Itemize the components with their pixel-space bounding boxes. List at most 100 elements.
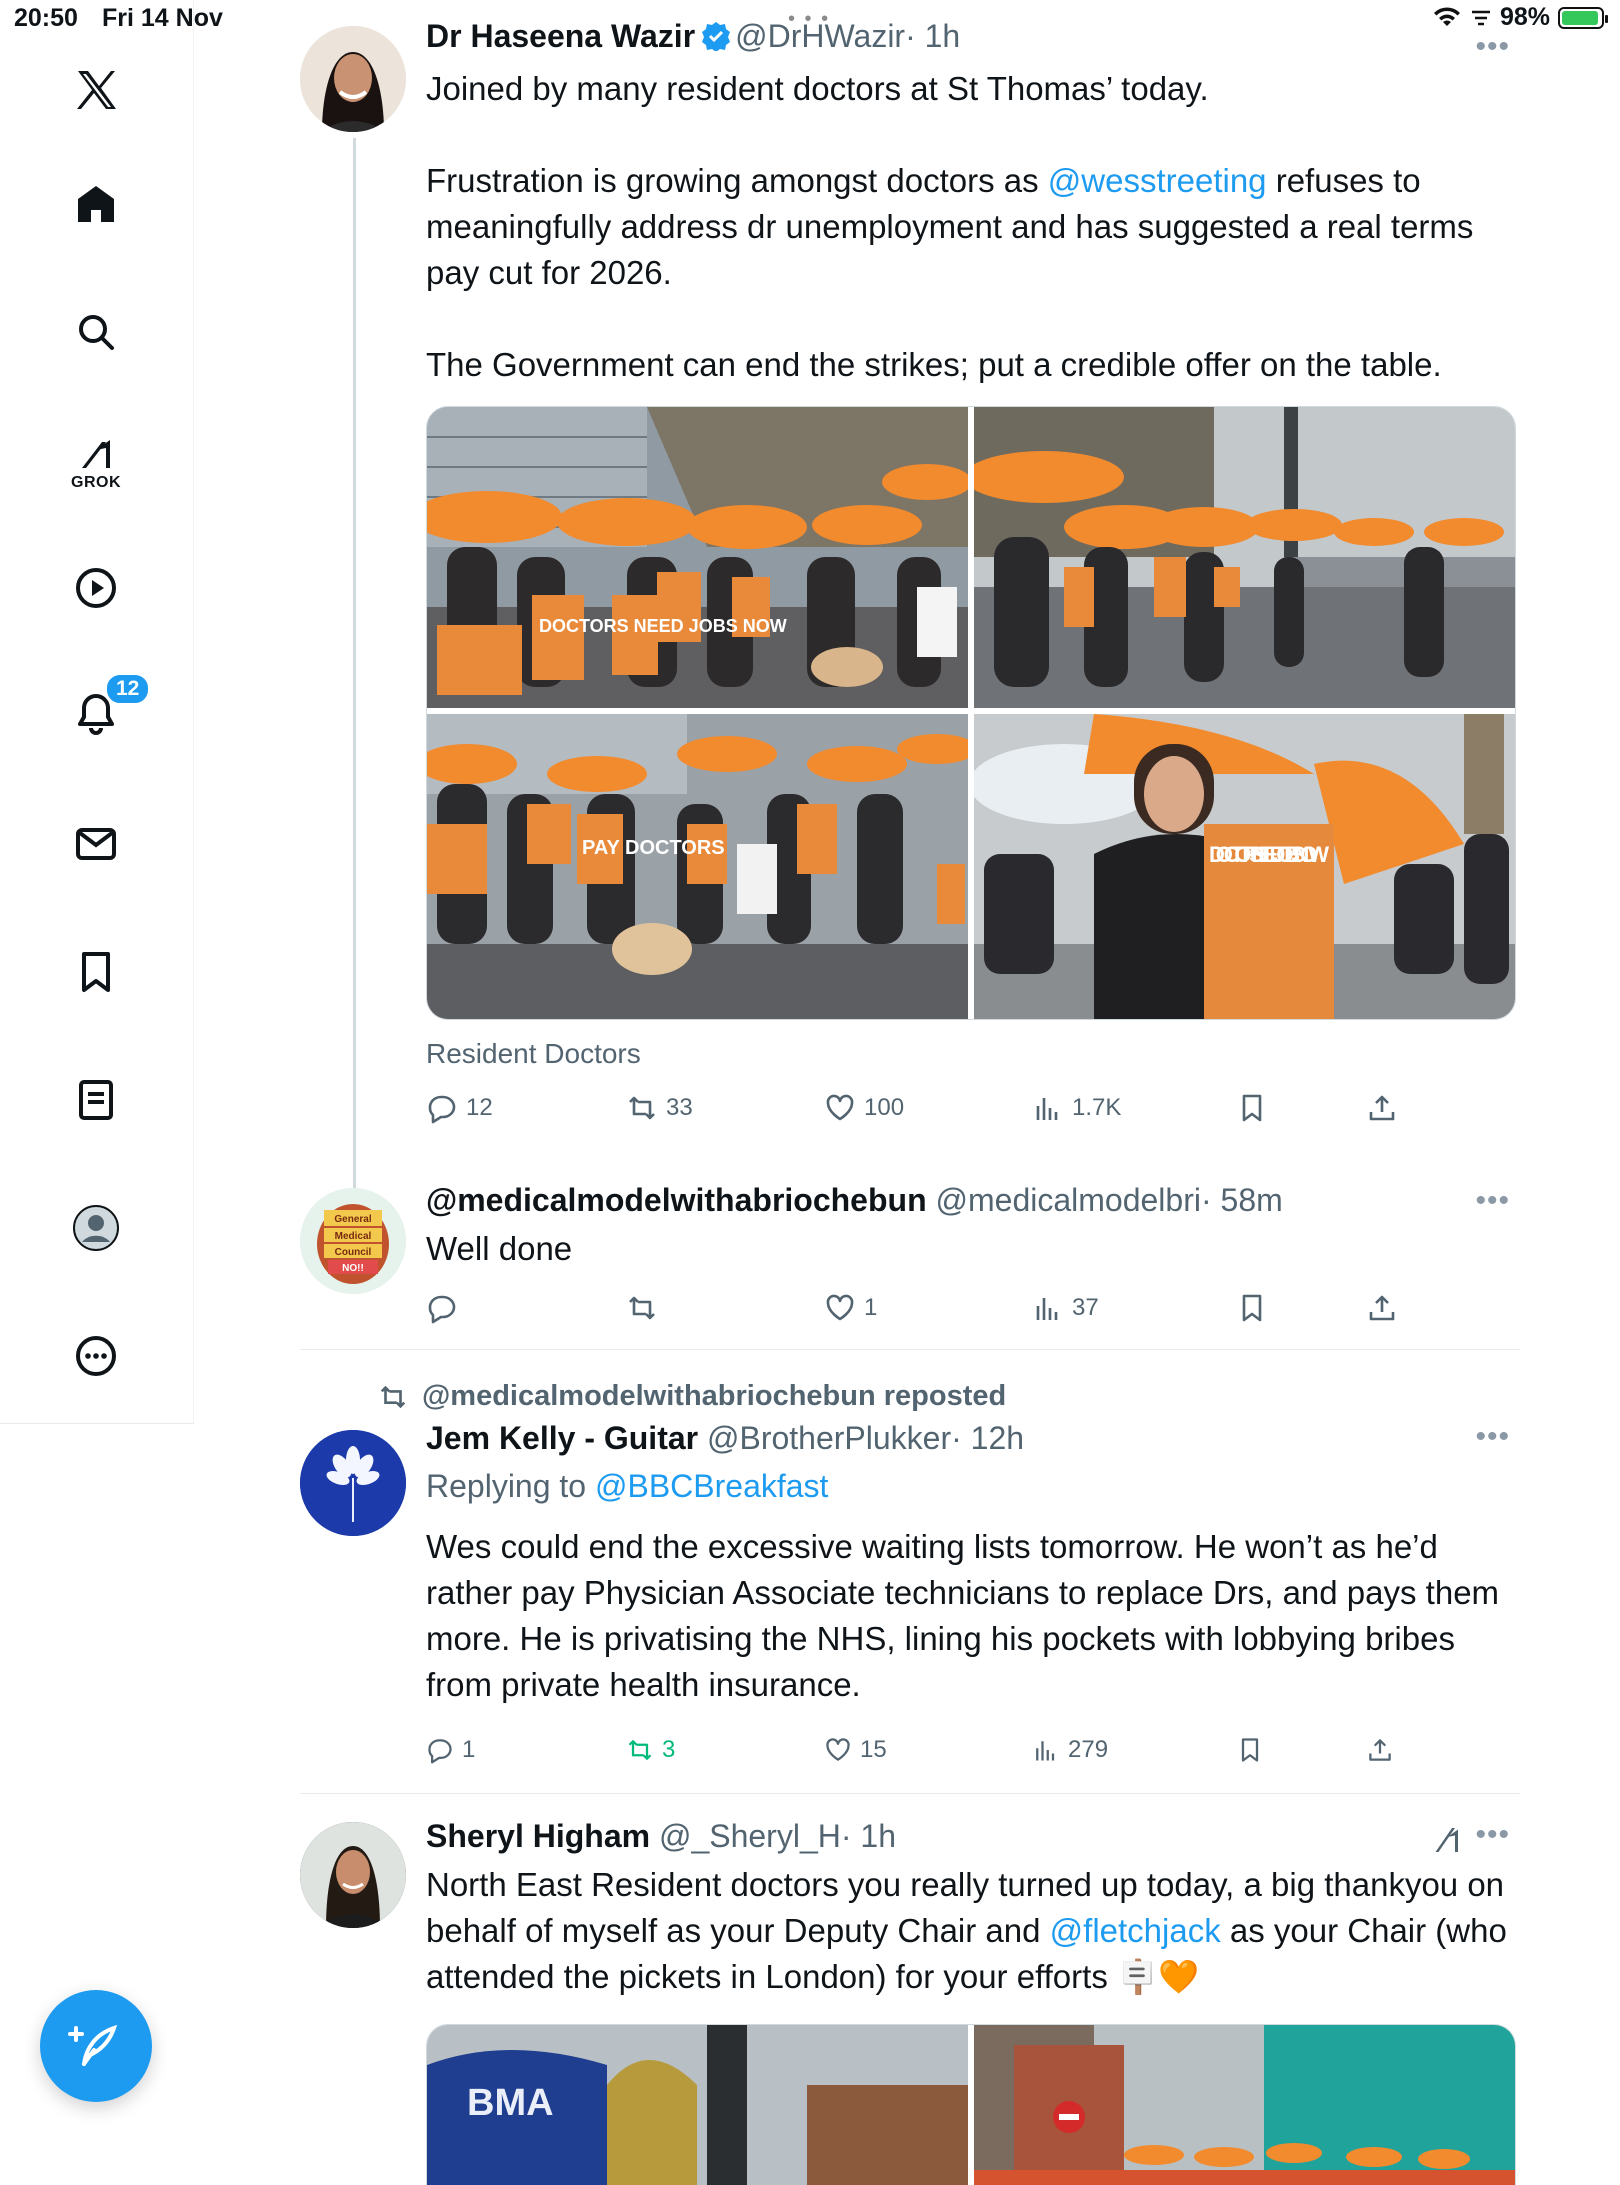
media-grid[interactable]: DOCTORS NEED JOBS NOW PAY DOCTORS DOCTOR… — [426, 406, 1516, 1020]
share-button[interactable] — [1366, 1292, 1398, 1324]
grok-icon[interactable] — [1428, 1822, 1464, 1858]
tweet-actions: 12 33 100 1.7K — [426, 1092, 1400, 1132]
mention-link[interactable]: @fletchjack — [1050, 1912, 1221, 1949]
repost-count: 33 — [666, 1094, 693, 1121]
thread-line — [353, 138, 356, 1196]
battery-icon — [1558, 6, 1608, 29]
profile-icon[interactable] — [68, 1200, 124, 1256]
tweet-post[interactable]: Sheryl Higham @_Sheryl_H· 1h ••• North E… — [300, 1816, 1520, 2185]
more-options-icon[interactable]: ••• — [1475, 30, 1510, 64]
tweet-header: Sheryl Higham @_Sheryl_H· 1h — [426, 1816, 1510, 1856]
avatar[interactable] — [300, 1822, 406, 1928]
like-button[interactable]: 100 — [824, 1092, 904, 1124]
author-name[interactable]: Sheryl Higham — [426, 1818, 650, 1854]
share-icon — [1369, 1095, 1395, 1121]
author-name[interactable]: Jem Kelly - Guitar — [426, 1420, 698, 1456]
video-icon[interactable] — [68, 560, 124, 616]
search-icon[interactable] — [68, 304, 124, 360]
more-options-icon[interactable]: ••• — [1475, 1184, 1510, 1218]
media-photo[interactable]: DOCTORS NEED JOBS NOW — [974, 714, 1515, 1019]
repost-button[interactable]: 3 — [626, 1736, 675, 1764]
avatar-text: Council — [335, 1247, 372, 1258]
tweet-post[interactable]: Dr Haseena Wazir @DrHWazir· 1h ••• Joined… — [300, 16, 1520, 1196]
like-button[interactable]: 15 — [824, 1736, 887, 1764]
more-icon[interactable] — [68, 1328, 124, 1384]
tweet-text: Wes could end the excessive waiting list… — [426, 1528, 1509, 1703]
tweet-post[interactable]: General Medical Council NO!! @medicalmodelw… — [300, 1180, 1520, 1350]
author-handle[interactable]: @medicalmodelbri — [936, 1182, 1201, 1218]
views-icon — [1036, 1298, 1058, 1320]
repost-indicator: @medicalmodelwithabriochebun reposted — [378, 1380, 1006, 1413]
views-button[interactable]: 37 — [1032, 1292, 1099, 1324]
media-photo[interactable] — [974, 2025, 1515, 2185]
tweet-header: Jem Kelly - Guitar @BrotherPlukker· 12h — [426, 1418, 1510, 1458]
home-icon[interactable] — [68, 176, 124, 232]
avatar[interactable] — [300, 26, 406, 132]
grok-icon[interactable]: GROK — [68, 428, 124, 491]
like-count: 15 — [860, 1736, 887, 1763]
lists-icon[interactable] — [68, 1072, 124, 1128]
media-photo[interactable]: PAY DOCTORS — [427, 714, 968, 1019]
views-icon — [1036, 1098, 1058, 1120]
bookmark-button[interactable] — [1236, 1092, 1268, 1124]
repost-button[interactable] — [626, 1292, 658, 1324]
media-grid[interactable]: BMA — [426, 2024, 1516, 2185]
media-photo[interactable] — [974, 407, 1515, 708]
avatar-text: General — [334, 1214, 371, 1225]
replying-to-label: Replying to — [426, 1468, 595, 1504]
compose-feather-icon — [68, 2024, 118, 2066]
share-button[interactable] — [1366, 1736, 1394, 1764]
media-caption[interactable]: Resident Doctors — [426, 1038, 641, 1070]
sign-text: DOCTORS NEED JOBS NOW — [1209, 842, 1329, 867]
like-button[interactable]: 1 — [824, 1292, 877, 1324]
views-button[interactable]: 279 — [1032, 1736, 1108, 1764]
share-button[interactable] — [1366, 1092, 1398, 1124]
tweet-header: Dr Haseena Wazir @DrHWazir· 1h — [426, 16, 1510, 56]
bookmarks-icon[interactable] — [68, 944, 124, 1000]
author-name[interactable]: Dr Haseena Wazir — [426, 18, 695, 54]
verified-badge-icon — [702, 22, 731, 51]
author-handle[interactable]: @DrHWazir — [735, 18, 905, 54]
avatar[interactable]: General Medical Council NO!! — [300, 1188, 406, 1294]
tweet-header: @medicalmodelwithabriochebun @medicalmod… — [426, 1180, 1510, 1220]
divider — [300, 1349, 1520, 1350]
author-handle[interactable]: @_Sheryl_H — [659, 1818, 841, 1854]
sign-text: PAY DOCTORS — [582, 837, 725, 859]
post-time[interactable]: · 1h — [905, 18, 960, 54]
bookmark-icon — [1242, 1094, 1262, 1122]
notifications-icon[interactable]: 12 — [68, 672, 152, 742]
notifications-badge: 12 — [104, 672, 152, 706]
post-time[interactable]: · 12h — [951, 1420, 1024, 1456]
mention-link[interactable]: @wesstreeting — [1048, 162, 1267, 199]
post-time[interactable]: · 58m — [1201, 1182, 1283, 1218]
avatar[interactable] — [300, 1430, 406, 1536]
reply-button[interactable] — [426, 1292, 458, 1324]
reply-button[interactable]: 12 — [426, 1092, 493, 1124]
repost-label[interactable]: @medicalmodelwithabriochebun reposted — [422, 1380, 1006, 1413]
sign-text: DOCTORS NEED JOBS NOW — [539, 616, 787, 636]
media-photo[interactable]: BMA — [427, 2025, 968, 2185]
media-photo[interactable]: DOCTORS NEED JOBS NOW — [427, 407, 968, 708]
reply-button[interactable]: 1 — [426, 1736, 475, 1764]
tweet-post[interactable]: @medicalmodelwithabriochebun reposted Je… — [300, 1370, 1520, 1790]
replying-to-link[interactable]: @BBCBreakfast — [595, 1468, 828, 1504]
author-handle[interactable]: @BrotherPlukker — [707, 1420, 951, 1456]
messages-icon[interactable] — [68, 816, 124, 872]
like-count: 100 — [864, 1094, 905, 1121]
repost-button[interactable]: 33 — [626, 1092, 693, 1124]
like-icon — [826, 1294, 854, 1321]
compose-post-button[interactable] — [40, 1990, 152, 2102]
bookmark-button[interactable] — [1236, 1292, 1268, 1324]
more-options-icon[interactable]: ••• — [1475, 1420, 1510, 1454]
views-button[interactable]: 1.7K — [1032, 1092, 1121, 1124]
like-icon — [826, 1094, 854, 1121]
author-name[interactable]: @medicalmodelwithabriochebun — [426, 1182, 927, 1218]
x-logo-icon[interactable] — [68, 62, 124, 118]
bookmark-icon — [1242, 1294, 1262, 1322]
sidebar: GROK 12 — [0, 0, 194, 1424]
like-icon — [826, 1738, 850, 1761]
bookmark-button[interactable] — [1236, 1736, 1264, 1764]
post-time[interactable]: · 1h — [841, 1818, 896, 1854]
more-options-icon[interactable]: ••• — [1475, 1818, 1510, 1852]
repost-icon — [629, 1296, 655, 1320]
